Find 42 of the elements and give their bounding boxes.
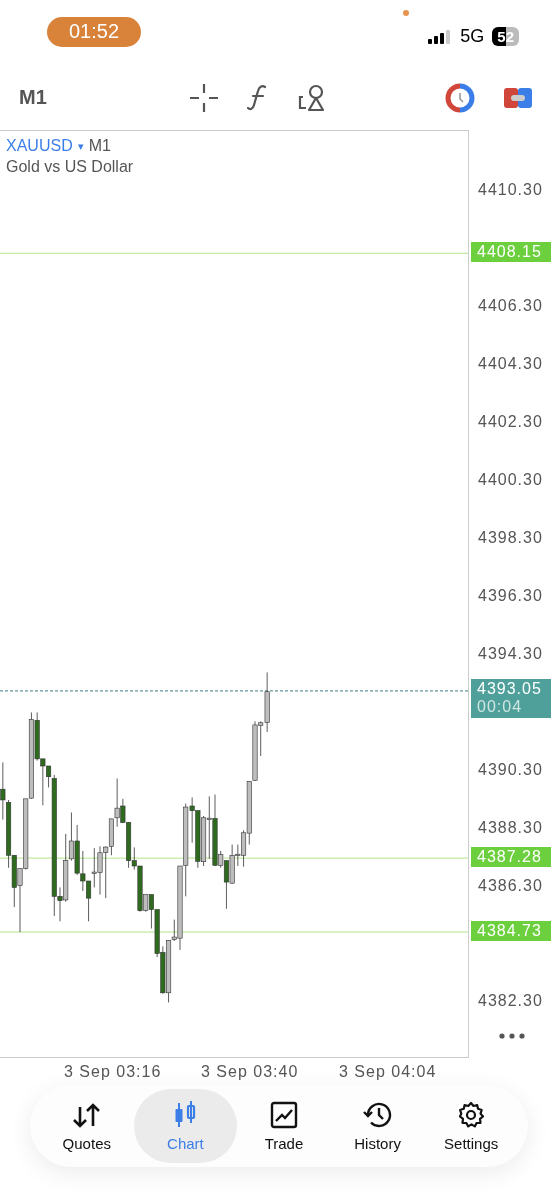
price-tick-label: 4394.30 — [478, 644, 543, 663]
price-level-label: 4408.15 — [471, 242, 551, 263]
candle-timer: 00:04 — [477, 697, 524, 716]
price-tick-label: 4402.30 — [478, 412, 543, 431]
more-icon[interactable] — [499, 1033, 525, 1039]
price-tick-label: 4410.30 — [478, 181, 543, 199]
price-tick-label: 4406.30 — [478, 296, 543, 315]
price-level-label: 4384.73 — [471, 921, 551, 941]
price-level-label: 4387.28 — [471, 847, 551, 868]
settings-icon — [457, 1100, 486, 1129]
current-price: 4393.05 — [477, 679, 543, 698]
battery-indicator: 52 — [492, 27, 519, 46]
price-tick-label: 4386.30 — [478, 876, 543, 895]
price-tick-label: 4388.30 — [478, 818, 543, 837]
signal-icon — [428, 29, 453, 44]
nav-tab[interactable]: Trade — [237, 1089, 331, 1163]
line-chart-icon — [269, 1100, 298, 1129]
time-tick-label: 3 Sep 03:40 — [201, 1063, 299, 1081]
symbol-selector[interactable]: XAUUSD — [6, 137, 73, 155]
shapes-icon[interactable] — [296, 82, 327, 113]
timeframe-button[interactable]: M1 — [19, 86, 47, 109]
status-time: 01:52 — [47, 16, 141, 47]
time-tick-label: 3 Sep 03:16 — [64, 1063, 162, 1081]
privacy-dot-icon — [403, 10, 409, 16]
price-tick-label: 4404.30 — [478, 354, 543, 373]
function-icon[interactable] — [246, 82, 269, 113]
nav-tab[interactable]: Settings — [424, 1089, 518, 1163]
price-tick-label: 4400.30 — [478, 470, 543, 489]
price-tick-label: 4398.30 — [478, 528, 543, 547]
price-tick-label: 4390.30 — [478, 760, 543, 779]
caret-icon[interactable]: ▾ — [77, 139, 84, 153]
crosshair-icon[interactable] — [188, 82, 219, 113]
time-tick-label: 3 Sep 04:04 — [339, 1063, 437, 1081]
price-tick-label: 4382.30 — [478, 992, 543, 1011]
price-tick-label: 4396.30 — [478, 586, 543, 605]
chart-timeframe: M1 — [88, 137, 111, 155]
history-icon — [362, 1100, 393, 1129]
nav-tab[interactable]: Quotes — [40, 1089, 134, 1163]
network-label: 5G — [460, 26, 485, 47]
symbol-description: Gold vs US Dollar — [6, 158, 134, 176]
clock-indicator-icon[interactable] — [445, 82, 475, 113]
nav-tab[interactable]: History — [330, 1089, 425, 1163]
